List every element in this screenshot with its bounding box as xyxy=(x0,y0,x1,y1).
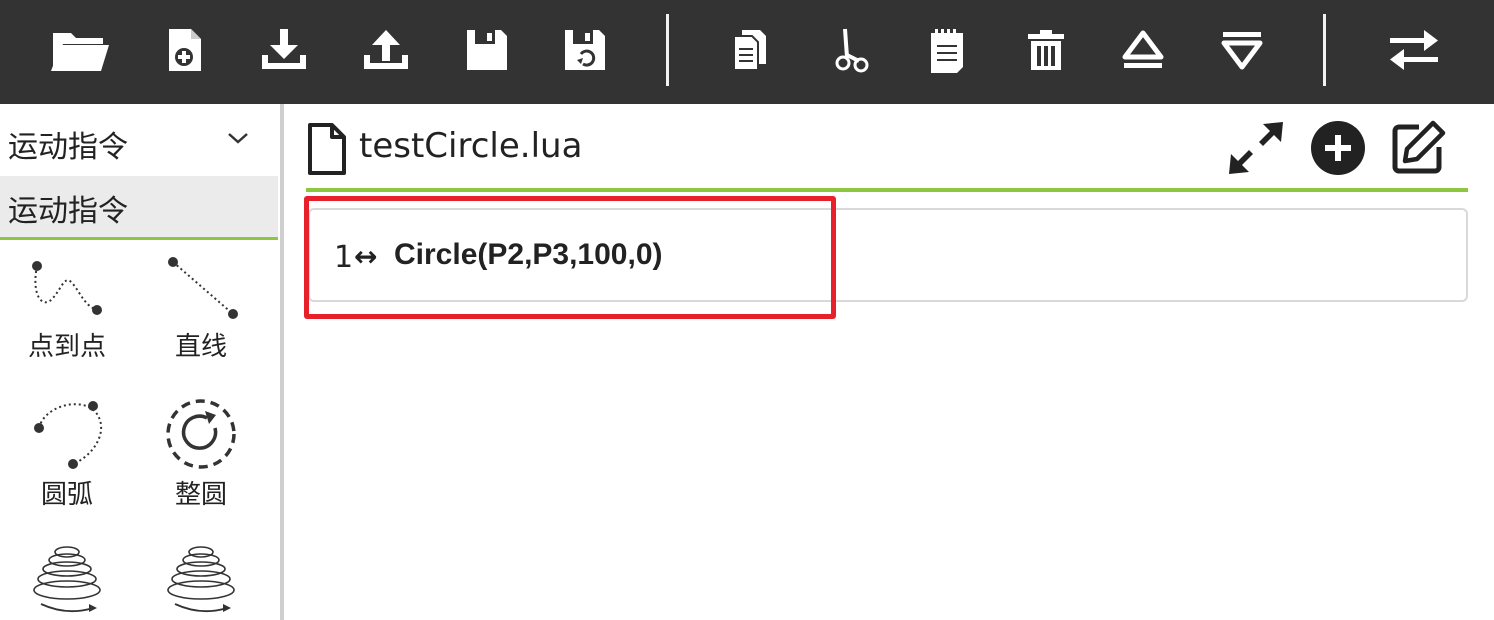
point-to-point-icon xyxy=(32,261,102,315)
edit-icon xyxy=(1392,120,1446,174)
upload-button[interactable] xyxy=(354,22,418,78)
paste-icon xyxy=(931,29,963,73)
tool-label: 点到点 xyxy=(27,332,106,362)
toolbar xyxy=(0,0,1494,104)
chevron-down-icon xyxy=(228,133,248,144)
category-tab-motion[interactable]: 运动指令 xyxy=(0,176,278,240)
code-line-list: 1 ↔ Circle(P2,P3,100,0) xyxy=(308,208,1468,302)
new-file-button[interactable] xyxy=(153,22,217,78)
expand-icon xyxy=(1229,122,1283,174)
save-as-icon xyxy=(565,30,605,70)
download-button[interactable] xyxy=(252,22,316,78)
tool-label: 整圆 xyxy=(174,480,227,510)
add-line-button[interactable] xyxy=(1306,116,1370,180)
folder-open-icon xyxy=(51,33,109,71)
copy-button[interactable] xyxy=(718,22,782,78)
category-dropdown-label: 运动指令 xyxy=(8,130,128,165)
swap-icon xyxy=(1390,30,1438,70)
edit-button[interactable] xyxy=(1386,116,1450,180)
tool-spiral[interactable] xyxy=(146,538,256,618)
tool-arc[interactable]: 圆弧 xyxy=(12,398,122,511)
swap-button[interactable] xyxy=(1382,22,1446,78)
cut-button[interactable] xyxy=(817,22,881,78)
drag-handle-icon[interactable]: ↔ xyxy=(354,240,377,273)
cut-icon xyxy=(835,28,869,73)
toolbar-separator xyxy=(666,14,669,86)
line-number: 1 xyxy=(334,240,354,275)
open-folder-button[interactable] xyxy=(48,22,112,78)
category-dropdown[interactable]: 运动指令 xyxy=(0,104,280,176)
paste-button[interactable] xyxy=(915,22,979,78)
expand-button[interactable] xyxy=(1224,116,1288,180)
move-up-button[interactable] xyxy=(1111,22,1175,78)
file-name: testCircle.lua xyxy=(359,126,583,166)
title-underline xyxy=(306,188,1468,192)
spiral-icon xyxy=(167,546,235,613)
move-down-icon xyxy=(1221,32,1263,70)
script-editor: testCircle.lua 1 ↔ Circle(P2,P3,100,0) xyxy=(284,104,1494,620)
line-icon xyxy=(168,257,238,319)
plus-circle-icon xyxy=(1311,121,1365,175)
download-icon xyxy=(262,29,306,69)
arc-icon xyxy=(34,401,103,469)
code-line[interactable]: 1 ↔ Circle(P2,P3,100,0) xyxy=(310,210,1466,300)
delete-icon xyxy=(1028,30,1064,70)
delete-button[interactable] xyxy=(1014,22,1078,78)
tool-spiral[interactable] xyxy=(12,538,122,618)
tool-line[interactable]: 直线 xyxy=(146,256,256,363)
save-icon xyxy=(467,30,507,70)
command-panel: 运动指令 运动指令 点到点 直线 圆弧 整圆 xyxy=(0,104,280,620)
new-file-icon xyxy=(169,29,201,71)
save-button[interactable] xyxy=(455,22,519,78)
move-up-icon xyxy=(1122,30,1164,68)
toolbar-separator xyxy=(1323,14,1326,86)
copy-icon xyxy=(733,30,766,71)
file-icon xyxy=(308,123,346,175)
spiral-icon xyxy=(33,546,101,613)
save-as-button[interactable] xyxy=(553,22,617,78)
tool-label: 圆弧 xyxy=(40,480,93,510)
line-code-text: Circle(P2,P3,100,0) xyxy=(394,238,663,271)
tool-label: 直线 xyxy=(174,332,227,362)
full-circle-icon xyxy=(166,399,236,469)
tool-full-circle[interactable]: 整圆 xyxy=(146,398,256,511)
move-down-button[interactable] xyxy=(1210,22,1274,78)
upload-icon xyxy=(364,30,408,69)
category-tab-label: 运动指令 xyxy=(8,194,128,229)
tool-point-to-point[interactable]: 点到点 xyxy=(12,256,122,363)
